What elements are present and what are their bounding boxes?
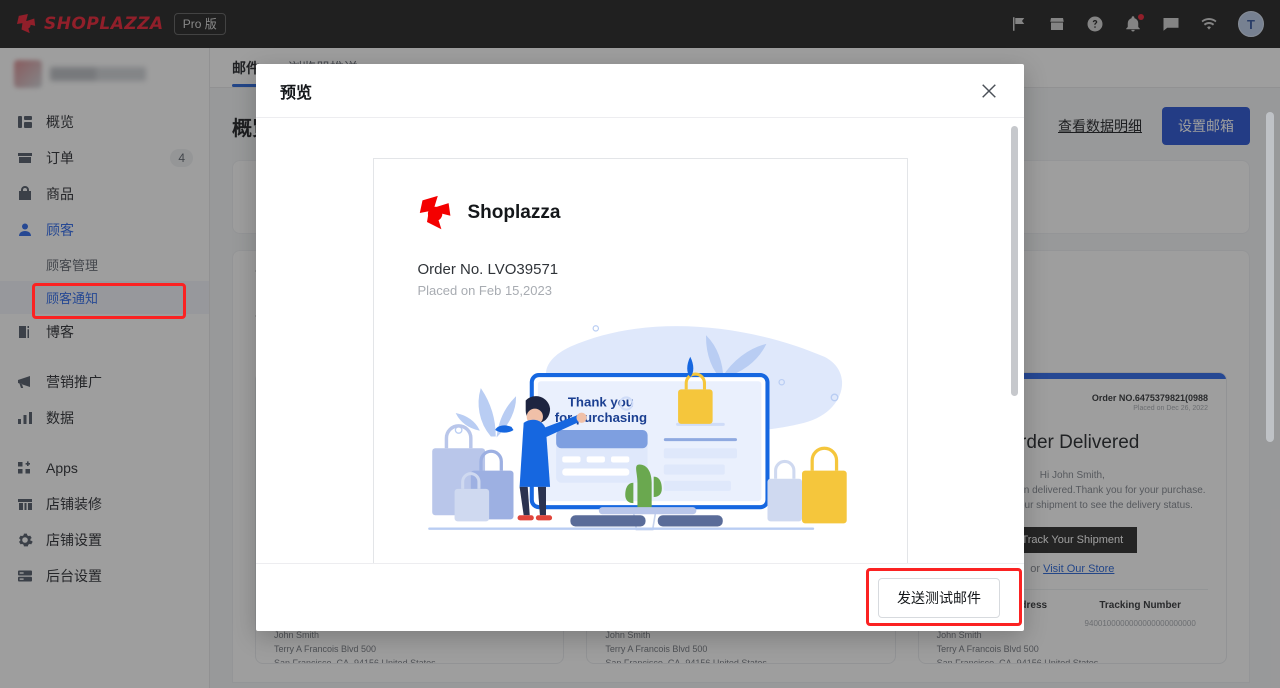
modal-scroll-area[interactable]: Shoplazza Order No. LVO39571 Placed on F… [256, 118, 1024, 563]
preview-placed-on: Placed on Feb 15,2023 [417, 283, 552, 298]
preview-modal: 预览 Shoplazza Order No. LVO39571 Placed o… [256, 64, 1024, 631]
preview-brand-name: Shoplazza [467, 202, 561, 223]
modal-scrollbar-thumb[interactable] [1011, 126, 1018, 396]
modal-header: 预览 [256, 64, 1024, 118]
modal-title: 预览 [280, 84, 313, 102]
close-icon[interactable] [978, 80, 1000, 102]
shoplazza-mark-icon [419, 195, 450, 230]
send-test-email-button[interactable]: 发送测试邮件 [878, 577, 1000, 618]
modal-scrollbar-track[interactable] [1011, 126, 1018, 526]
preview-brand-row: Shoplazza [418, 195, 863, 231]
page-scrollbar[interactable] [1266, 112, 1274, 442]
modal-body: Shoplazza Order No. LVO39571 Placed on F… [256, 118, 1024, 563]
modal-footer: 发送测试邮件 [256, 563, 1024, 631]
email-preview-frame: Shoplazza Order No. LVO39571 Placed on F… [372, 158, 908, 563]
app-root: SHOPLAZZA Pro 版 T 概览 订单 4 商品 顾客 顾客管理 顾客通… [0, 0, 1280, 688]
thank-you-illustration: Thank you for purchasing [418, 316, 863, 555]
preview-order-no: Order No. LVO39571 [417, 261, 559, 278]
